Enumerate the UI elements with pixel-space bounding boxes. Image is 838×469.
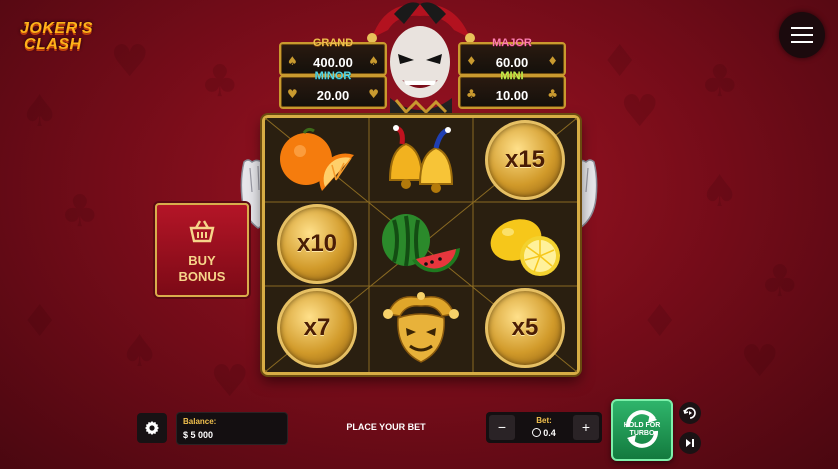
reel-cell: x15 xyxy=(473,118,577,202)
watermelon-icon xyxy=(382,214,460,273)
bet-value-row: 0.4 xyxy=(522,428,566,438)
reel-cell xyxy=(369,202,473,286)
spin-label-line-2: TURBO xyxy=(629,430,655,437)
jackpot-minor-name: MINOR xyxy=(314,70,352,82)
buy-bonus-label: BUY BONUS xyxy=(157,253,247,285)
jackpot-minor: MINOR ♥ 20.00 ♥ xyxy=(279,70,387,109)
club-icon: ♣ xyxy=(547,87,558,101)
reel-cell xyxy=(265,118,369,202)
buy-bonus-line-1: BUY xyxy=(188,253,216,268)
autoplay-button[interactable] xyxy=(679,402,701,424)
balance-label: Balance: xyxy=(183,417,217,426)
multiplier-coin: x10 xyxy=(277,204,357,284)
reel-cell xyxy=(369,118,473,202)
settings-button[interactable] xyxy=(137,413,167,443)
diamond-icon: ♦ xyxy=(547,54,558,68)
reel-cell xyxy=(473,202,577,286)
autoplay-icon xyxy=(683,407,696,419)
jackpot-major-name: MAJOR xyxy=(492,37,532,49)
jackpot-mini: MINI ♣ 10.00 ♣ xyxy=(458,70,566,109)
balance-display: Balance: $ 5 000 xyxy=(176,412,288,445)
coin-icon xyxy=(532,428,542,437)
basket-icon xyxy=(189,220,215,243)
game-logo: JOKER'S CLASH xyxy=(16,20,94,56)
decrease-bet-button[interactable]: − xyxy=(489,415,515,440)
bet-label: Bet: xyxy=(536,416,552,425)
multiplier-coin: x5 xyxy=(485,288,565,368)
bet-value: 0.4 xyxy=(543,428,556,438)
reel-cell xyxy=(369,286,473,370)
spin-label: HOLD FOR TURBO xyxy=(613,422,671,438)
status-message: PLACE YOUR BET xyxy=(346,422,426,432)
buy-bonus-button[interactable]: BUY BONUS xyxy=(155,203,249,297)
multiplier-coin: x7 xyxy=(277,288,357,368)
multiplier-coin: x15 xyxy=(485,120,565,200)
spin-label-line-1: HOLD FOR xyxy=(623,422,661,429)
reel-cell: x7 xyxy=(265,286,369,370)
jackpot-mini-name: MINI xyxy=(500,70,524,82)
bet-selector: − Bet: 0.4 + xyxy=(486,412,602,443)
joker-mask-icon xyxy=(383,292,459,363)
lemon-icon xyxy=(490,219,560,276)
quick-spin-button[interactable] xyxy=(679,432,701,454)
gear-icon xyxy=(145,421,159,435)
fast-forward-icon xyxy=(686,439,694,447)
heart-icon: ♥ xyxy=(368,87,379,101)
reel-cell: x10 xyxy=(265,202,369,286)
jackpot-grand-name: GRAND xyxy=(312,37,354,49)
spade-icon: ♠ xyxy=(368,54,379,68)
bells-icon xyxy=(388,125,454,193)
reel-board: x10 x7 x15 x5 xyxy=(262,115,580,375)
spin-button[interactable]: HOLD FOR TURBO xyxy=(611,399,673,461)
orange-icon xyxy=(280,127,354,191)
balance-value: $ 5 000 xyxy=(183,430,214,440)
logo-line-2: CLASH xyxy=(24,36,82,53)
buy-bonus-line-2: BONUS xyxy=(178,269,226,284)
reel-cell: x5 xyxy=(473,286,577,370)
increase-bet-button[interactable]: + xyxy=(573,415,599,440)
menu-button[interactable] xyxy=(779,12,825,58)
